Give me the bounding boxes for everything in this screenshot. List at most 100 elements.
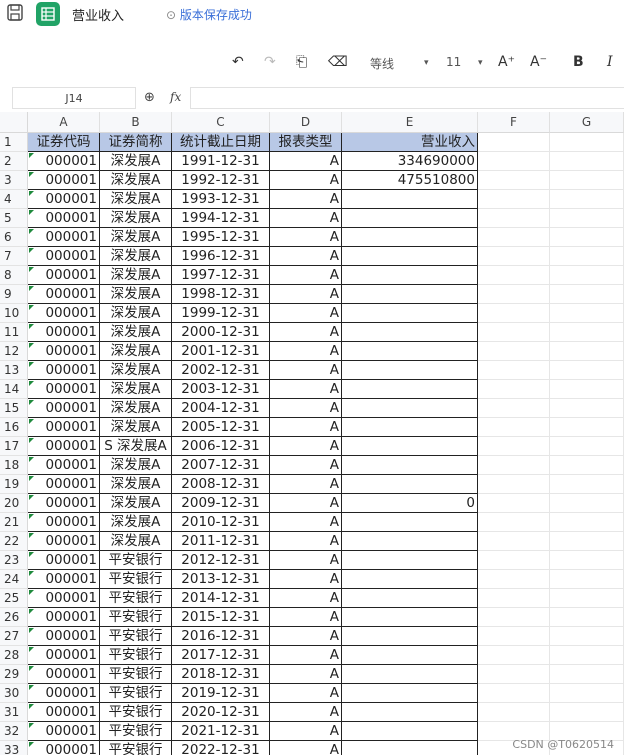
table-cell[interactable]: A xyxy=(270,418,342,437)
increase-font-size-icon[interactable]: A⁺ xyxy=(498,54,515,70)
empty-cell[interactable] xyxy=(478,437,550,456)
row-header[interactable]: 13 xyxy=(0,361,28,380)
table-cell[interactable]: 2015-12-31 xyxy=(172,608,270,627)
empty-cell[interactable] xyxy=(550,342,624,361)
table-cell[interactable]: 深发展A xyxy=(100,323,172,342)
empty-cell[interactable] xyxy=(478,342,550,361)
table-cell[interactable]: 2004-12-31 xyxy=(172,399,270,418)
table-cell[interactable]: 1992-12-31 xyxy=(172,171,270,190)
row-header[interactable]: 23 xyxy=(0,551,28,570)
table-cell[interactable]: 2006-12-31 xyxy=(172,437,270,456)
table-cell[interactable]: A xyxy=(270,456,342,475)
table-cell[interactable]: 2022-12-31 xyxy=(172,741,270,755)
table-cell[interactable]: 000001 xyxy=(28,399,100,418)
table-cell[interactable]: A xyxy=(270,304,342,323)
table-cell[interactable]: 000001 xyxy=(28,532,100,551)
table-cell[interactable] xyxy=(342,703,478,722)
table-cell[interactable]: S 深发展A xyxy=(100,437,172,456)
table-cell[interactable] xyxy=(342,532,478,551)
table-cell[interactable]: A xyxy=(270,570,342,589)
zoom-search-icon[interactable]: ⊕ xyxy=(144,90,155,105)
empty-cell[interactable] xyxy=(478,418,550,437)
empty-cell[interactable] xyxy=(550,646,624,665)
row-header[interactable]: 29 xyxy=(0,665,28,684)
table-cell[interactable] xyxy=(342,380,478,399)
row-header[interactable]: 20 xyxy=(0,494,28,513)
table-cell[interactable]: 深发展A xyxy=(100,190,172,209)
table-cell[interactable]: 深发展A xyxy=(100,209,172,228)
table-cell[interactable]: 000001 xyxy=(28,323,100,342)
table-cell[interactable]: 深发展A xyxy=(100,399,172,418)
table-cell[interactable] xyxy=(342,247,478,266)
table-cell[interactable]: A xyxy=(270,589,342,608)
table-cell[interactable]: 1995-12-31 xyxy=(172,228,270,247)
empty-cell[interactable] xyxy=(550,247,624,266)
row-header[interactable]: 7 xyxy=(0,247,28,266)
empty-cell[interactable] xyxy=(550,228,624,247)
table-cell[interactable] xyxy=(342,608,478,627)
table-cell[interactable]: A xyxy=(270,323,342,342)
table-cell[interactable]: A xyxy=(270,342,342,361)
table-cell[interactable]: 深发展A xyxy=(100,361,172,380)
table-cell[interactable] xyxy=(342,228,478,247)
empty-cell[interactable] xyxy=(550,570,624,589)
table-cell[interactable]: 深发展A xyxy=(100,494,172,513)
empty-cell[interactable] xyxy=(478,209,550,228)
table-cell[interactable]: A xyxy=(270,266,342,285)
redo-icon[interactable]: ↷ xyxy=(264,54,276,70)
table-cell[interactable]: 000001 xyxy=(28,627,100,646)
undo-icon[interactable]: ↶ xyxy=(232,54,244,70)
empty-cell[interactable] xyxy=(550,456,624,475)
table-cell[interactable]: 000001 xyxy=(28,361,100,380)
table-cell[interactable]: 平安银行 xyxy=(100,646,172,665)
table-cell[interactable]: A xyxy=(270,152,342,171)
table-cell[interactable]: 2011-12-31 xyxy=(172,532,270,551)
decrease-font-size-icon[interactable]: A⁻ xyxy=(530,54,547,70)
table-cell[interactable]: A xyxy=(270,190,342,209)
bold-button[interactable]: B xyxy=(573,54,584,70)
table-cell[interactable]: 平安银行 xyxy=(100,551,172,570)
empty-cell[interactable] xyxy=(478,646,550,665)
empty-cell[interactable] xyxy=(550,437,624,456)
table-cell[interactable]: A xyxy=(270,608,342,627)
table-cell[interactable]: 000001 xyxy=(28,665,100,684)
table-cell[interactable]: 000001 xyxy=(28,741,100,755)
empty-cell[interactable] xyxy=(550,209,624,228)
empty-cell[interactable] xyxy=(550,133,624,152)
table-cell[interactable]: A xyxy=(270,228,342,247)
italic-button[interactable]: I xyxy=(607,54,613,70)
table-cell[interactable]: 000001 xyxy=(28,684,100,703)
empty-cell[interactable] xyxy=(478,152,550,171)
empty-cell[interactable] xyxy=(550,266,624,285)
empty-cell[interactable] xyxy=(550,361,624,380)
table-cell[interactable] xyxy=(342,665,478,684)
table-cell[interactable]: 475510800 xyxy=(342,171,478,190)
row-header[interactable]: 33 xyxy=(0,741,28,755)
table-cell[interactable] xyxy=(342,323,478,342)
table-cell[interactable]: 深发展A xyxy=(100,247,172,266)
table-cell[interactable] xyxy=(342,475,478,494)
table-cell[interactable]: 深发展A xyxy=(100,418,172,437)
header-cell[interactable]: 证券简称 xyxy=(100,133,172,152)
table-cell[interactable] xyxy=(342,304,478,323)
table-cell[interactable]: 000001 xyxy=(28,494,100,513)
header-cell[interactable]: 报表类型 xyxy=(270,133,342,152)
table-cell[interactable]: 平安银行 xyxy=(100,627,172,646)
empty-cell[interactable] xyxy=(550,665,624,684)
table-cell[interactable]: A xyxy=(270,722,342,741)
empty-cell[interactable] xyxy=(478,304,550,323)
empty-cell[interactable] xyxy=(550,399,624,418)
table-cell[interactable] xyxy=(342,399,478,418)
row-header[interactable]: 2 xyxy=(0,152,28,171)
table-cell[interactable]: 2007-12-31 xyxy=(172,456,270,475)
empty-cell[interactable] xyxy=(478,285,550,304)
row-header[interactable]: 1 xyxy=(0,133,28,152)
table-cell[interactable]: 深发展A xyxy=(100,513,172,532)
empty-cell[interactable] xyxy=(478,589,550,608)
table-cell[interactable]: A xyxy=(270,399,342,418)
column-header-a[interactable]: A xyxy=(28,112,100,133)
table-cell[interactable] xyxy=(342,456,478,475)
table-cell[interactable]: 000001 xyxy=(28,589,100,608)
table-cell[interactable]: 1993-12-31 xyxy=(172,190,270,209)
table-cell[interactable]: A xyxy=(270,627,342,646)
